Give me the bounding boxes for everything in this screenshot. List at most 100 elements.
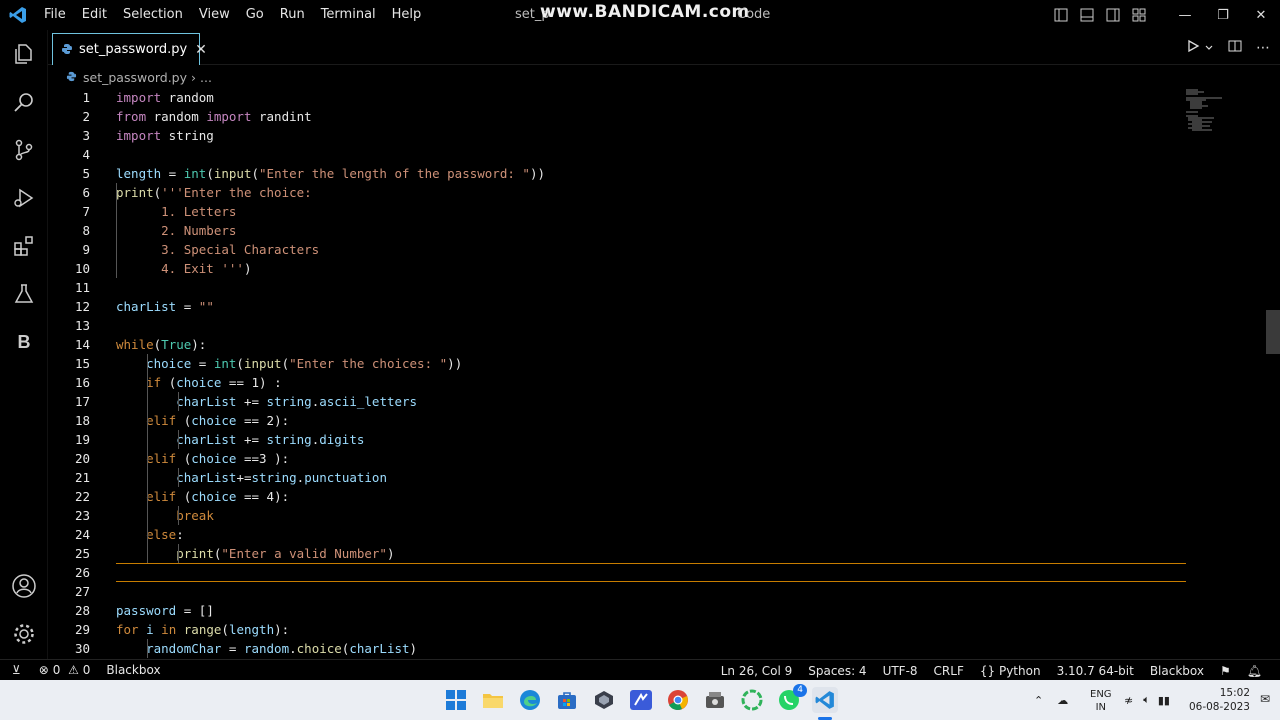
code-line[interactable]: 12 charList = "" [48,297,1188,316]
settings-gear-icon[interactable] [0,610,48,658]
vertical-scrollbar[interactable] [1266,310,1280,354]
whiteboard-app-icon[interactable] [629,688,653,712]
toggle-panel-icon[interactable] [1074,0,1100,30]
windows-start-icon[interactable] [444,688,468,712]
breadcrumb-symbol[interactable]: ... [200,70,212,85]
sync-app-icon[interactable] [740,688,764,712]
dev-app-icon[interactable] [592,688,616,712]
code-line[interactable]: 30 randomChar = random.choice(charList) [48,639,1188,658]
notifications-bell-icon[interactable]: 🔔︎ [1239,664,1270,678]
code-line[interactable]: 13 [48,316,1188,335]
language-mode[interactable]: {} Python [972,664,1049,678]
testing-icon[interactable] [0,270,48,318]
run-debug-icon[interactable] [0,174,48,222]
code-token: 3. Special Characters [116,242,320,257]
chrome-browser-icon[interactable] [666,688,690,712]
indentation[interactable]: Spaces: 4 [800,664,874,678]
code-line[interactable]: 4 [48,145,1188,164]
tab-close-icon[interactable]: ✕ [195,42,207,58]
encoding[interactable]: UTF-8 [875,664,926,678]
code-line[interactable]: 10 4. Exit ''') [48,259,1188,278]
code-line[interactable]: 24 else: [48,525,1188,544]
accounts-icon[interactable] [0,562,48,610]
code-line[interactable]: 16 if (choice == 1) : [48,373,1188,392]
toggle-secondary-sidebar-icon[interactable] [1100,0,1126,30]
remote-indicator-icon[interactable]: ⊻ [0,663,31,677]
source-control-icon[interactable] [0,126,48,174]
menu-view[interactable]: View [191,0,238,30]
extensions-icon[interactable] [0,222,48,270]
menu-selection[interactable]: Selection [115,0,191,30]
breadcrumb-file[interactable]: set_password.py [83,70,187,85]
vscode-logo-icon [0,0,36,30]
code-line[interactable]: 17 charList += string.ascii_letters [48,392,1188,411]
python-interpreter[interactable]: 3.10.7 64-bit [1049,664,1142,678]
blackbox-status-right[interactable]: Blackbox [1142,664,1212,678]
minimize-icon[interactable]: — [1166,0,1204,30]
menu-go[interactable]: Go [238,0,272,30]
end-of-line[interactable]: CRLF [926,664,972,678]
code-editor[interactable]: 1 import random 2 from random import randin… [48,88,1280,659]
code-line[interactable]: 5 length = int(input("Enter the length of… [48,164,1188,183]
tab-set-password[interactable]: set_password.py ✕ [52,33,207,65]
blackbox-icon[interactable]: B [0,318,48,366]
store-icon[interactable] [555,688,579,712]
feedback-icon[interactable]: ⚑ [1212,664,1239,678]
code-line[interactable]: 22 elif (choice == 4): [48,487,1188,506]
code-line[interactable]: 6 print('''Enter the choice: [48,183,1188,202]
run-options-chevron-icon[interactable] [1204,38,1214,57]
customize-layout-icon[interactable] [1126,0,1152,30]
problems-indicator[interactable]: ⊗ 0 ⚠ 0 [31,663,99,677]
show-hidden-icons-chevron-icon[interactable]: ⌃ [1034,694,1043,707]
close-window-icon[interactable]: ✕ [1242,0,1280,30]
split-editor-icon[interactable] [1228,38,1242,57]
code-line[interactable]: 23 break [48,506,1188,525]
taskbar-clock[interactable]: 15:02 06-08-2023 [1189,686,1250,714]
edge-browser-icon[interactable] [518,688,542,712]
volume-icon[interactable]: 🔈︎ [1143,693,1150,707]
minimap[interactable] [1184,88,1232,138]
code-line[interactable]: 9 3. Special Characters [48,240,1188,259]
notification-center-icon[interactable]: ✉ [1260,692,1270,706]
input-language[interactable]: ENG IN [1090,688,1112,714]
code-line[interactable]: 1 import random [48,88,1188,107]
code-line[interactable]: 14 while(True): [48,335,1188,354]
code-line[interactable]: 29 for i in range(length): [48,620,1188,639]
whatsapp-icon[interactable]: 4 [777,684,807,712]
blackbox-status-left[interactable]: Blackbox [98,663,168,677]
bandicam-app-icon[interactable] [703,688,727,712]
menu-help[interactable]: Help [384,0,430,30]
vscode-taskbar-icon[interactable] [812,687,838,713]
menu-terminal[interactable]: Terminal [313,0,384,30]
code-token: == [221,375,252,390]
code-line[interactable]: 20 elif (choice ==3 ): [48,449,1188,468]
battery-icon[interactable]: ▮▮ [1158,694,1170,707]
code-line[interactable]: 28 password = [] [48,601,1188,620]
code-token: from [116,109,147,124]
onedrive-cloud-icon[interactable]: ☁ [1057,694,1068,707]
file-explorer-icon[interactable] [481,688,505,712]
code-line[interactable]: 8 2. Numbers [48,221,1188,240]
toggle-primary-sidebar-icon[interactable] [1048,0,1074,30]
cursor-position[interactable]: Ln 26, Col 9 [713,664,801,678]
run-python-file-icon[interactable] [1186,38,1200,57]
code-line[interactable]: 2 from random import randint [48,107,1188,126]
search-icon[interactable] [0,78,48,126]
menu-run[interactable]: Run [272,0,313,30]
code-line[interactable]: 11 [48,278,1188,297]
code-line[interactable]: 15 choice = int(input("Enter the choices… [48,354,1188,373]
wifi-icon[interactable]: ≉ [1124,694,1133,707]
code-line[interactable]: 19 charList += string.digits [48,430,1188,449]
code-line[interactable]: 25 print("Enter a valid Number") [48,544,1188,563]
more-actions-icon[interactable]: ⋯ [1256,40,1270,56]
restore-icon[interactable]: ❐ [1204,0,1242,30]
code-line[interactable]: 21 charList+=string.punctuation [48,468,1188,487]
code-line[interactable]: 3 import string [48,126,1188,145]
code-line[interactable]: 18 elif (choice == 2): [48,411,1188,430]
explorer-icon[interactable] [0,30,48,78]
code-line[interactable]: 27 [48,582,1188,601]
menu-file[interactable]: File [36,0,74,30]
code-line[interactable]: 26 [48,563,1188,582]
menu-edit[interactable]: Edit [74,0,115,30]
code-line[interactable]: 7 1. Letters [48,202,1188,221]
